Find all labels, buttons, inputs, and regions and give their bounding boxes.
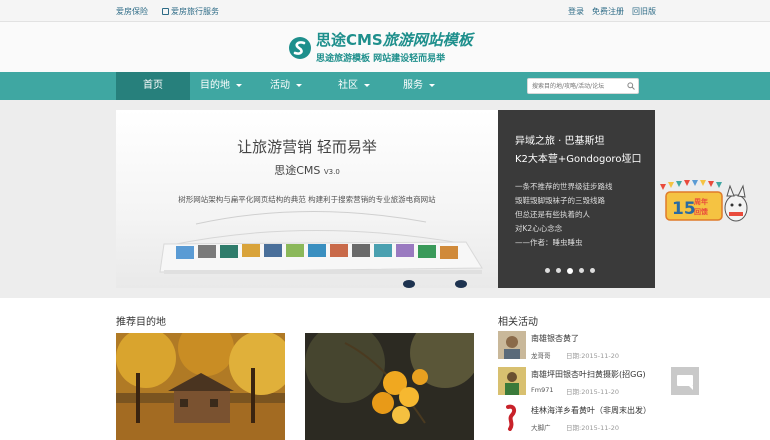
slide-tagline: 树形网站架构与扁平化网页结构的典范 构建利于搜索营销的专业旅游电商网站	[178, 195, 436, 204]
svg-text:周年: 周年	[694, 197, 708, 206]
caption-line: 一条不推荐的世界级徒步路线	[515, 182, 613, 191]
header: 思途CMS旅游网站模板 思途旅游模板 网站建设轻而易举	[0, 22, 770, 72]
nav-item[interactable]: 服务	[388, 72, 450, 100]
activity-date: 日期:2015-11-20	[566, 424, 619, 432]
caption-text: 一条不推荐的世界级徒步路线 毁鞋毁脚毁袜子的三毁线路 但总还是有些执着的人 对K…	[515, 180, 613, 250]
anniversary-ad[interactable]: 15 周年 回馈	[656, 178, 752, 226]
nav-items: 首页 目的地 活动 社区 服务	[116, 72, 450, 100]
activity-title[interactable]: 南雄银杏黄了	[531, 333, 579, 344]
mascot-icon	[724, 184, 748, 222]
logo-mark-icon	[289, 37, 311, 59]
activity-item[interactable]: 南雄坪田银杏叶扫黄摄影(招GG) Fm971 日期:2015-11-20	[498, 367, 658, 401]
top-right-links: 登录 免费注册 回旧版	[568, 6, 656, 17]
chat-bubble-icon	[677, 375, 693, 390]
nav-item-label: 首页	[143, 80, 163, 91]
nav-item-label: 目的地	[200, 80, 230, 91]
slide-product: 思途CMS V3.0	[274, 164, 340, 177]
banner-slide[interactable]: 让旅游营销 轻而易举 思途CMS V3.0 树形网站架构与扁平化网页结构的典范 …	[116, 110, 498, 288]
login-link[interactable]: 登录	[568, 6, 584, 17]
chevron-down-icon	[429, 83, 435, 87]
service-icon	[162, 8, 169, 15]
search-box[interactable]	[527, 78, 639, 94]
activity-item[interactable]: 桂林海洋乡看黄叶（非周末出发） 大脚广 日期:2015-11-20	[498, 403, 658, 437]
search-input[interactable]	[528, 79, 624, 93]
activity-user: 龙哥哥	[531, 352, 551, 360]
caption-title-2: K2大本营+Gondogoro垭口	[515, 154, 642, 165]
slider-dot[interactable]	[579, 268, 584, 273]
chat-button[interactable]	[671, 367, 699, 395]
caption-line: 对K2心心念念	[515, 224, 563, 233]
travel-service-label: 爱房旅行服务	[171, 7, 219, 16]
destination-card-2[interactable]	[305, 333, 474, 440]
nav-item[interactable]: 首页	[116, 72, 190, 100]
destination-card-1[interactable]	[116, 333, 285, 440]
slider-dot[interactable]	[545, 268, 550, 273]
avatar	[498, 403, 526, 431]
top-left-links: 爱房保险 爱房旅行服务	[116, 6, 219, 17]
ad-number: 15	[672, 199, 696, 219]
nav-item-label: 服务	[403, 80, 423, 91]
nav-item[interactable]: 活动	[252, 72, 320, 100]
slider-dot[interactable]	[567, 267, 573, 274]
search-icon[interactable]	[627, 82, 635, 90]
destinations-title: 推荐目的地	[116, 317, 166, 328]
avatar	[498, 331, 526, 359]
banner-caption[interactable]: 异域之旅 · 巴基斯坦 K2大本营+Gondogoro垭口 一条不推荐的世界级徒…	[498, 110, 655, 288]
activity-user: Fm971	[531, 386, 554, 394]
chevron-down-icon	[296, 83, 302, 87]
activity-date: 日期:2015-11-20	[566, 388, 619, 396]
chevron-down-icon	[236, 83, 242, 87]
nav-item[interactable]: 目的地	[190, 72, 252, 100]
slider-dots	[545, 267, 595, 274]
logo-slogan: 思途旅游模板 网站建设轻而易举	[316, 54, 446, 64]
device-screens-illustration	[159, 211, 483, 288]
avatar	[498, 367, 526, 395]
activity-date: 日期:2015-11-20	[566, 352, 619, 360]
nav-item[interactable]: 社区	[320, 72, 388, 100]
travel-service-link[interactable]: 爱房旅行服务	[162, 6, 219, 17]
site-logo[interactable]: 思途CMS旅游网站模板 思途旅游模板 网站建设轻而易举	[288, 32, 473, 64]
nav-item-label: 社区	[338, 80, 358, 91]
bunting-icon	[660, 180, 722, 190]
nav-item-label: 活动	[270, 80, 290, 91]
caption-title-1: 异域之旅 · 巴基斯坦	[515, 136, 605, 147]
logo-title: 思途CMS旅游网站模板	[316, 31, 473, 49]
old-version-link[interactable]: 回旧版	[632, 6, 656, 17]
slider-dot[interactable]	[556, 268, 561, 273]
ginkgo-leaves-photo	[305, 333, 474, 440]
main-nav: 首页 目的地 活动 社区 服务	[0, 72, 770, 100]
activity-title[interactable]: 南雄坪田银杏叶扫黄摄影(招GG)	[531, 369, 646, 380]
chevron-down-icon	[364, 83, 370, 87]
caption-line: 毁鞋毁脚毁袜子的三毁线路	[515, 196, 605, 205]
autumn-forest-photo	[116, 333, 285, 440]
activity-item[interactable]: 南雄银杏黄了 龙哥哥 日期:2015-11-20	[498, 331, 658, 365]
slide-headline: 让旅游营销 轻而易举	[237, 138, 377, 156]
register-link[interactable]: 免费注册	[592, 6, 624, 17]
activity-user: 大脚广	[531, 424, 551, 432]
activity-title[interactable]: 桂林海洋乡看黄叶（非周末出发）	[531, 405, 651, 416]
caption-line: 但总还是有些执着的人	[515, 210, 590, 219]
svg-text:回馈: 回馈	[694, 207, 708, 216]
top-bar: 爱房保险 爱房旅行服务 登录 免费注册 回旧版	[0, 0, 770, 22]
activities-title: 相关活动	[498, 317, 538, 328]
insurance-link[interactable]: 爱房保险	[116, 6, 148, 17]
slider-dot[interactable]	[590, 268, 595, 273]
caption-line: ——作者：睡虫睡虫	[515, 238, 583, 247]
